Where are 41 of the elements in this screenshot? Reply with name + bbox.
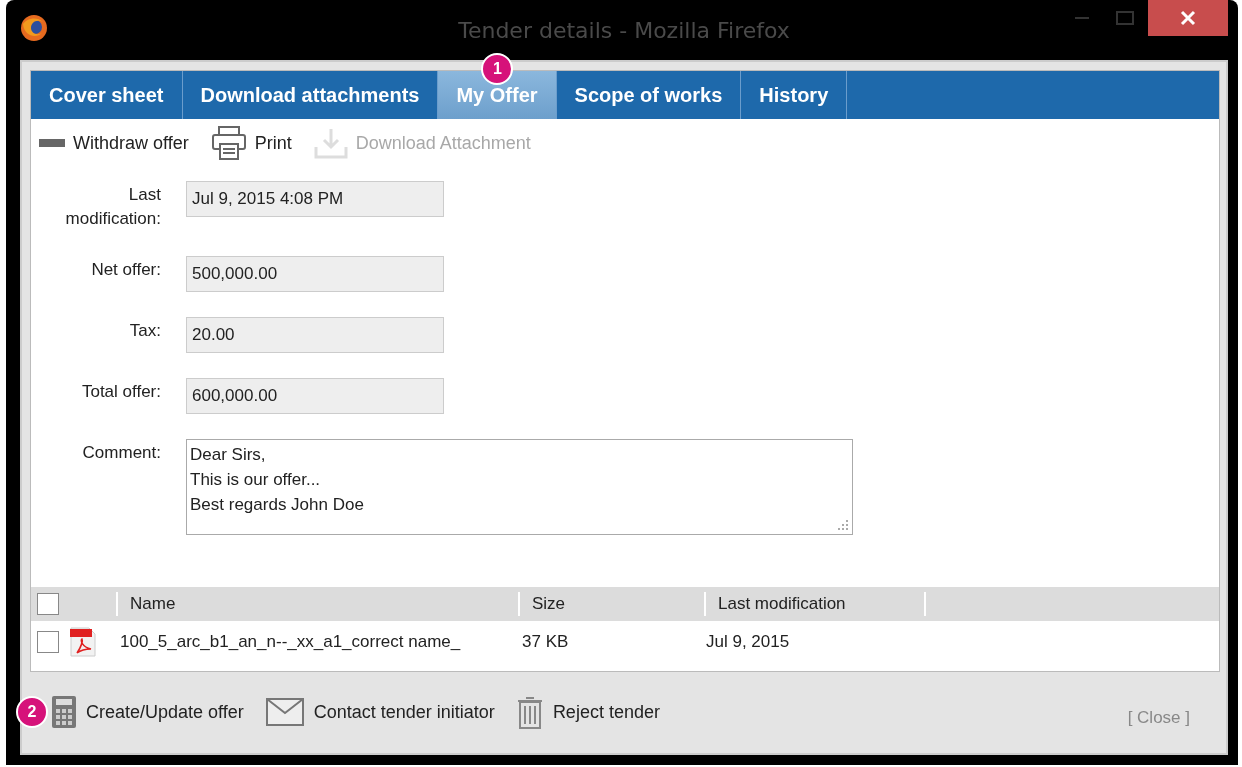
table-cell-text: 37 KB	[521, 632, 570, 652]
column-header[interactable]: Name	[116, 592, 518, 616]
input-field[interactable]: 500,000.00	[186, 256, 444, 292]
column-header[interactable]: Last modification	[704, 592, 924, 616]
close-button[interactable]	[1148, 0, 1228, 36]
table-cell-text: Jul 9, 2015	[705, 632, 791, 652]
toolbar-button[interactable]: Withdraw offer	[39, 132, 189, 154]
printer-icon	[210, 126, 247, 160]
envelope-icon	[265, 698, 304, 726]
tab[interactable]: Scope of works	[556, 71, 742, 119]
callout-badge: 1	[481, 53, 514, 85]
window-title: Tender details - Mozilla Firefox	[458, 18, 790, 43]
action-button[interactable]: Contact tender initiator	[265, 698, 495, 726]
pdf-file-icon	[69, 627, 97, 657]
minus-icon	[39, 139, 65, 147]
tab[interactable]: History	[741, 71, 848, 119]
tab[interactable]: Cover sheet	[31, 71, 183, 119]
input-field[interactable]: 20.00	[186, 317, 444, 353]
field-label: Last modification:	[64, 184, 161, 230]
field-label: Net offer:	[90, 259, 161, 281]
field-label: Tax:	[128, 320, 161, 342]
minimize-icon	[1075, 17, 1089, 19]
input-field[interactable]: 600,000.00	[186, 378, 444, 414]
toolbar-button[interactable]: Print	[210, 126, 292, 160]
close-icon	[1180, 10, 1196, 26]
trash-icon	[516, 695, 543, 729]
input-field[interactable]: Jul 9, 2015 4:08 PM	[186, 181, 444, 217]
download-icon	[313, 127, 348, 159]
comment-field[interactable]: Dear Sirs, This is our offer... Best regards John Doe	[186, 439, 853, 535]
callout-badge: 2	[16, 696, 48, 728]
resize-grip-icon	[838, 520, 848, 530]
action-button[interactable]: Reject tender	[516, 695, 660, 729]
maximize-icon	[1116, 11, 1134, 25]
calculator-icon	[52, 696, 76, 728]
column-header[interactable]: Size	[518, 592, 704, 616]
checkbox[interactable]	[37, 631, 59, 653]
checkbox[interactable]	[37, 593, 59, 615]
field-label: Comment:	[81, 442, 161, 464]
table-cell-text: 100_5_arc_b1_an_n--_xx_a1_correct name_	[119, 632, 462, 652]
firefox-logo-icon	[20, 14, 48, 42]
field-label: Total offer:	[80, 381, 161, 403]
